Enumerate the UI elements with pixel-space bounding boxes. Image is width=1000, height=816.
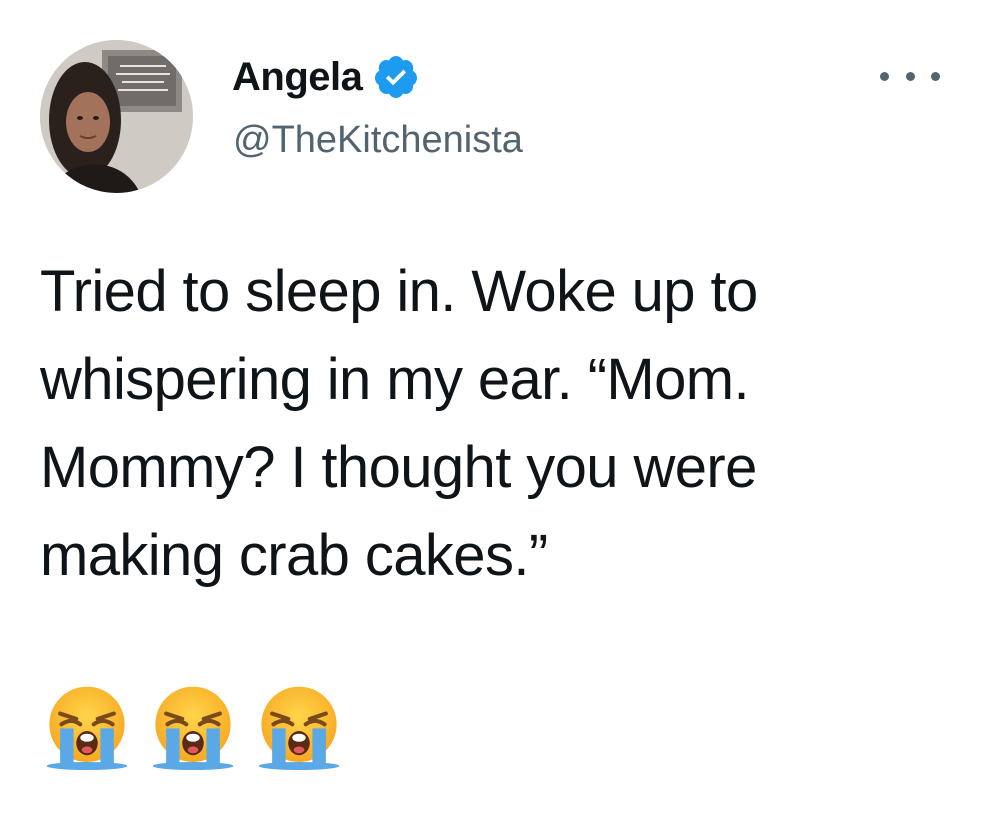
more-options-icon[interactable] (880, 64, 940, 88)
tweet-card: Angela @TheKitchenista Tried to sleep in… (0, 0, 1000, 816)
author-name-row: Angela (232, 52, 420, 102)
tweet-text: Tried to sleep in. Woke up to whispering… (40, 259, 758, 588)
more-dot (880, 71, 889, 81)
author-handle[interactable]: @TheKitchenista (233, 116, 523, 164)
loudly-crying-face-icon (152, 686, 234, 770)
loudly-crying-face-icon (46, 686, 128, 770)
more-dot (905, 71, 915, 81)
avatar-photo (40, 40, 193, 193)
emoji-row (44, 684, 342, 770)
display-name[interactable]: Angela (232, 52, 363, 102)
avatar[interactable] (40, 40, 193, 193)
more-dot (931, 71, 940, 81)
verified-badge-icon (375, 56, 418, 98)
loudly-crying-face-icon (258, 686, 340, 770)
